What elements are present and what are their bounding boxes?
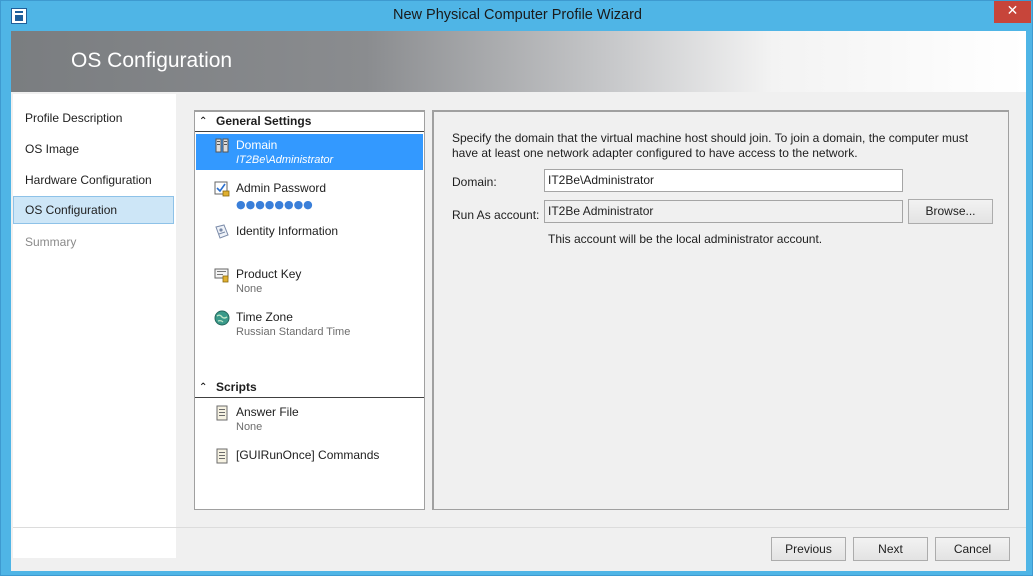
setting-name: Answer File — [236, 405, 299, 419]
setting-item-product-key[interactable]: Product Key None — [196, 263, 423, 299]
setting-item-answer-file[interactable]: Answer File None — [196, 401, 423, 437]
setting-item-time-zone[interactable]: Time Zone Russian Standard Time — [196, 306, 423, 342]
nav-item-os-image[interactable]: OS Image — [13, 135, 174, 163]
setting-item-identity-information[interactable]: Identity Information — [196, 220, 423, 256]
next-button[interactable]: Next — [853, 537, 928, 561]
page-banner: OS Configuration — [11, 31, 1026, 92]
setting-value: None — [236, 421, 263, 433]
setting-name: [GUIRunOnce] Commands — [236, 448, 380, 462]
wizard-client-area: OS Configuration Profile Description OS … — [11, 31, 1026, 571]
setting-value: IT2Be\Administrator — [236, 154, 334, 166]
collapse-chevron-icon[interactable]: ⌃ — [199, 378, 207, 397]
window-title: New Physical Computer Profile Wizard — [393, 7, 642, 23]
globe-icon — [214, 310, 230, 326]
page-title: OS Configuration — [71, 49, 233, 72]
setting-item-guirunonce-commands[interactable]: [GUIRunOnce] Commands — [196, 444, 423, 480]
setting-item-domain[interactable]: Domain IT2Be\Administrator — [196, 134, 423, 170]
run-as-account-field: IT2Be Administrator — [544, 200, 903, 223]
collapse-chevron-icon[interactable]: ⌃ — [199, 112, 207, 131]
password-icon — [214, 181, 230, 197]
document-icon — [216, 405, 228, 421]
previous-button[interactable]: Previous — [771, 537, 846, 561]
footer-divider — [13, 527, 1026, 528]
wizard-window: New Physical Computer Profile Wizard ✕ O… — [0, 0, 1033, 576]
nav-item-summary: Summary — [25, 235, 77, 249]
setting-name: Time Zone — [236, 310, 293, 324]
setting-name: Domain — [236, 138, 278, 152]
run-as-account-label: Run As account: — [452, 208, 540, 222]
browse-button[interactable]: Browse... — [908, 199, 993, 224]
setting-value: Russian Standard Time — [236, 326, 351, 338]
nav-item-os-configuration[interactable]: OS Configuration — [13, 196, 174, 224]
account-note: This account will be the local administr… — [548, 232, 823, 246]
password-mask: ●●●●●●●● — [236, 198, 313, 211]
general-settings-label: General Settings — [216, 114, 312, 128]
title-bar: New Physical Computer Profile Wizard ✕ — [1, 1, 1032, 31]
setting-name: Admin Password — [236, 181, 327, 195]
domain-icon — [215, 138, 229, 153]
scripts-label: Scripts — [216, 380, 257, 394]
settings-list: ⌃ General Settings Domain IT2Be\Administ… — [194, 110, 425, 510]
general-settings-header[interactable]: ⌃ General Settings — [195, 112, 424, 132]
nav-item-profile-description[interactable]: Profile Description — [13, 104, 174, 132]
scripts-header[interactable]: ⌃ Scripts — [195, 378, 424, 398]
cancel-button[interactable]: Cancel — [935, 537, 1010, 561]
setting-name: Product Key — [236, 267, 302, 281]
setting-name: Identity Information — [236, 224, 339, 238]
domain-label: Domain: — [452, 175, 497, 189]
setting-value: None — [236, 283, 263, 295]
wizard-steps-nav: Profile Description OS Image Hardware Co… — [13, 94, 176, 558]
domain-detail-panel: Specify the domain that the virtual mach… — [432, 110, 1009, 510]
domain-description: Specify the domain that the virtual mach… — [452, 131, 969, 160]
identity-icon — [215, 224, 229, 239]
domain-input[interactable]: IT2Be\Administrator — [544, 169, 903, 192]
setting-item-admin-password[interactable]: Admin Password ●●●●●●●● — [196, 177, 423, 213]
product-key-icon — [214, 268, 229, 283]
document-icon — [216, 448, 228, 464]
nav-item-hardware-configuration[interactable]: Hardware Configuration — [13, 166, 174, 194]
close-button[interactable]: ✕ — [994, 1, 1031, 23]
